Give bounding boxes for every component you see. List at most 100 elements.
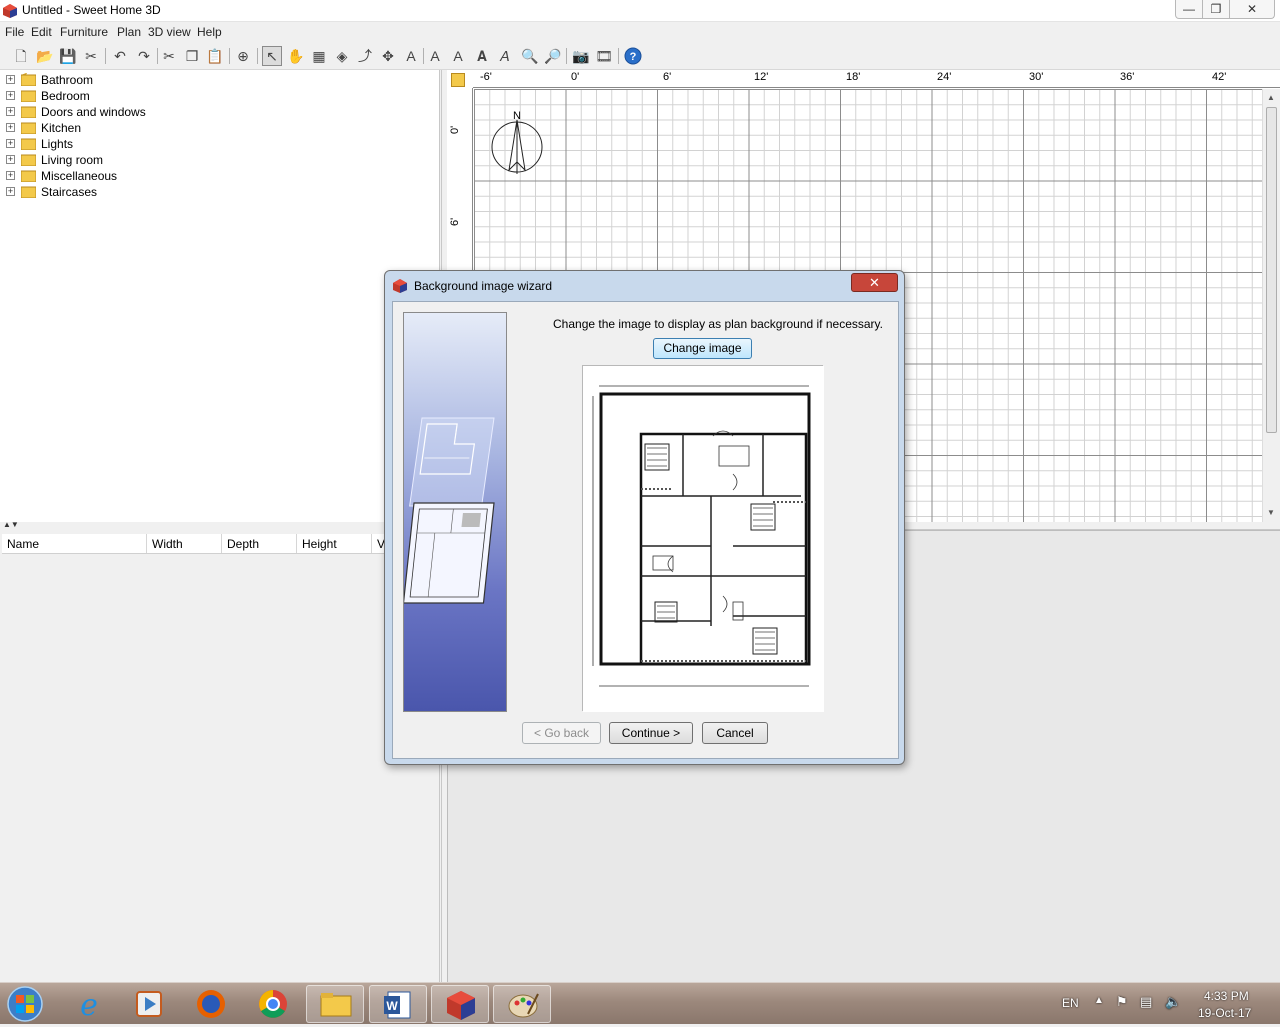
scrollbar-thumb[interactable]	[1266, 107, 1277, 433]
expand-icon[interactable]: +	[6, 75, 15, 84]
compass-icon[interactable]: N	[489, 110, 547, 178]
create-rooms-icon[interactable]: ◈	[332, 46, 352, 66]
ruler-label: 24'	[937, 71, 952, 83]
menu-bar: File Edit Furniture Plan 3D view Help	[0, 22, 1280, 42]
toolbar-separator	[105, 48, 106, 64]
scroll-up-icon[interactable]: ▲	[1267, 93, 1275, 102]
ruler-label: 42'	[1212, 71, 1227, 83]
change-image-button[interactable]: Change image	[653, 338, 752, 359]
clock-time[interactable]: 4:33 PM	[1204, 989, 1249, 1003]
expand-icon[interactable]: +	[6, 91, 15, 100]
open-icon[interactable]: 📂	[35, 46, 55, 66]
minimize-button[interactable]: —	[1175, 0, 1203, 19]
expand-icon[interactable]: +	[6, 123, 15, 132]
menu-furniture[interactable]: Furniture	[60, 25, 108, 39]
folder-icon	[21, 90, 36, 102]
go-back-button[interactable]: < Go back	[522, 722, 601, 744]
category-label: Bathroom	[41, 73, 94, 87]
taskbar-file-explorer[interactable]	[306, 985, 364, 1023]
dialog-close-button[interactable]: ✕	[851, 273, 898, 292]
language-indicator[interactable]: EN	[1062, 996, 1079, 1010]
chrome-icon	[259, 990, 287, 1018]
window-title: Untitled - Sweet Home 3D	[22, 3, 161, 17]
column-height[interactable]: Height	[297, 534, 372, 553]
taskbar-chrome[interactable]	[244, 985, 302, 1023]
select-mode-icon[interactable]: ↖	[262, 46, 282, 66]
menu-file[interactable]: File	[5, 25, 24, 39]
plan-vertical-scrollbar[interactable]: ▲ ▼	[1262, 89, 1280, 522]
taskbar-paint[interactable]	[493, 985, 551, 1023]
add-furniture-icon[interactable]: ⊕	[233, 46, 253, 66]
expand-icon[interactable]: +	[6, 107, 15, 116]
create-dimensions-icon[interactable]: ✥	[378, 46, 398, 66]
plan-corner-icon	[451, 73, 465, 87]
dialog-title: Background image wizard	[414, 279, 553, 293]
ruler-label: 18'	[846, 71, 861, 83]
copy-icon[interactable]: ❐	[182, 46, 202, 66]
wizard-instruction-text: Change the image to display as plan back…	[553, 317, 883, 331]
create-video-icon[interactable]: 🎞	[594, 46, 614, 66]
action-center-icon[interactable]: ⚑	[1116, 994, 1128, 1010]
menu-help[interactable]: Help	[197, 25, 222, 39]
save-icon[interactable]: 💾	[58, 46, 78, 66]
pan-mode-icon[interactable]: ✋	[286, 46, 306, 66]
expand-icon[interactable]: +	[6, 187, 15, 196]
taskbar-sweet-home-3d[interactable]	[431, 985, 489, 1023]
bold-text-icon[interactable]: 𝐀	[472, 46, 492, 66]
sweet-home-3d-icon	[393, 279, 407, 293]
cut-icon[interactable]: ✂	[159, 46, 179, 66]
create-walls-icon[interactable]: ▦	[309, 46, 329, 66]
taskbar-word[interactable]: W	[369, 985, 427, 1023]
continue-button[interactable]: Continue >	[609, 722, 693, 744]
zoom-out-icon[interactable]: 🔎	[543, 46, 563, 66]
undo-icon[interactable]: ↶	[110, 46, 130, 66]
italic-text-icon[interactable]: 𝘈	[495, 46, 515, 66]
new-home-icon[interactable]: 🗋	[11, 46, 31, 66]
network-icon[interactable]: ▤	[1140, 994, 1152, 1010]
toolbar-separator	[257, 48, 258, 64]
floor-plan-image	[583, 366, 824, 712]
taskbar-media-player[interactable]	[120, 985, 178, 1023]
volume-icon[interactable]: 🔈	[1165, 994, 1181, 1010]
ruler-label: 0'	[571, 71, 580, 83]
column-width[interactable]: Width	[147, 534, 222, 553]
menu-edit[interactable]: Edit	[31, 25, 52, 39]
taskbar-internet-explorer[interactable]: e	[60, 985, 118, 1023]
add-text-icon[interactable]: A	[401, 46, 421, 66]
decrease-text-size-icon[interactable]: A	[448, 46, 468, 66]
compass-north-label: N	[513, 110, 521, 122]
svg-text:W: W	[386, 999, 398, 1013]
create-polylines-icon[interactable]: ⤴	[355, 46, 375, 66]
catalog-furniture-splitter[interactable]: ▲▼	[0, 520, 440, 530]
title-bar: Untitled - Sweet Home 3D — ❐ ✕	[0, 0, 1280, 22]
toolbar: 🗋 📂 💾 ✂ ↶ ↷ ✂ ❐ 📋 ⊕ ↖ ✋ ▦ ◈ ⤴ ✥ A A A 𝐀 …	[0, 42, 1280, 70]
show-hidden-icons-icon[interactable]: ▲	[1094, 995, 1104, 1006]
expand-icon[interactable]: +	[6, 155, 15, 164]
windows-taskbar: e W EN ▲ ⚑ ▤ 🔈 4:33 PM 19-Oct-17	[0, 982, 1280, 1024]
clock-date[interactable]: 19-Oct-17	[1198, 1006, 1251, 1020]
increase-text-size-icon[interactable]: A	[425, 46, 445, 66]
cancel-button[interactable]: Cancel	[702, 722, 768, 744]
zoom-in-icon[interactable]: 🔍	[520, 46, 540, 66]
column-name[interactable]: Name	[2, 534, 147, 553]
create-photo-icon[interactable]: 📷	[571, 46, 591, 66]
redo-icon[interactable]: ↷	[134, 46, 154, 66]
paste-icon[interactable]: 📋	[205, 46, 225, 66]
expand-icon[interactable]: +	[6, 139, 15, 148]
start-button-icon[interactable]	[3, 984, 47, 1024]
scroll-down-icon[interactable]: ▼	[1267, 508, 1275, 517]
menu-plan[interactable]: Plan	[117, 25, 141, 39]
help-icon[interactable]: ?	[623, 46, 643, 66]
expand-icon[interactable]: +	[6, 171, 15, 180]
svg-text:e: e	[80, 988, 98, 1023]
taskbar-firefox[interactable]	[182, 985, 240, 1023]
preferences-icon[interactable]: ✂	[81, 46, 101, 66]
menu-3d-view[interactable]: 3D view	[148, 25, 191, 39]
column-depth[interactable]: Depth	[222, 534, 297, 553]
close-window-button[interactable]: ✕	[1229, 0, 1275, 19]
splitter-arrows-icon[interactable]: ▲▼	[3, 520, 19, 529]
category-label: Miscellaneous	[41, 169, 118, 183]
category-label: Living room	[41, 153, 104, 167]
folder-icon	[320, 993, 352, 1017]
restore-button[interactable]: ❐	[1202, 0, 1230, 19]
